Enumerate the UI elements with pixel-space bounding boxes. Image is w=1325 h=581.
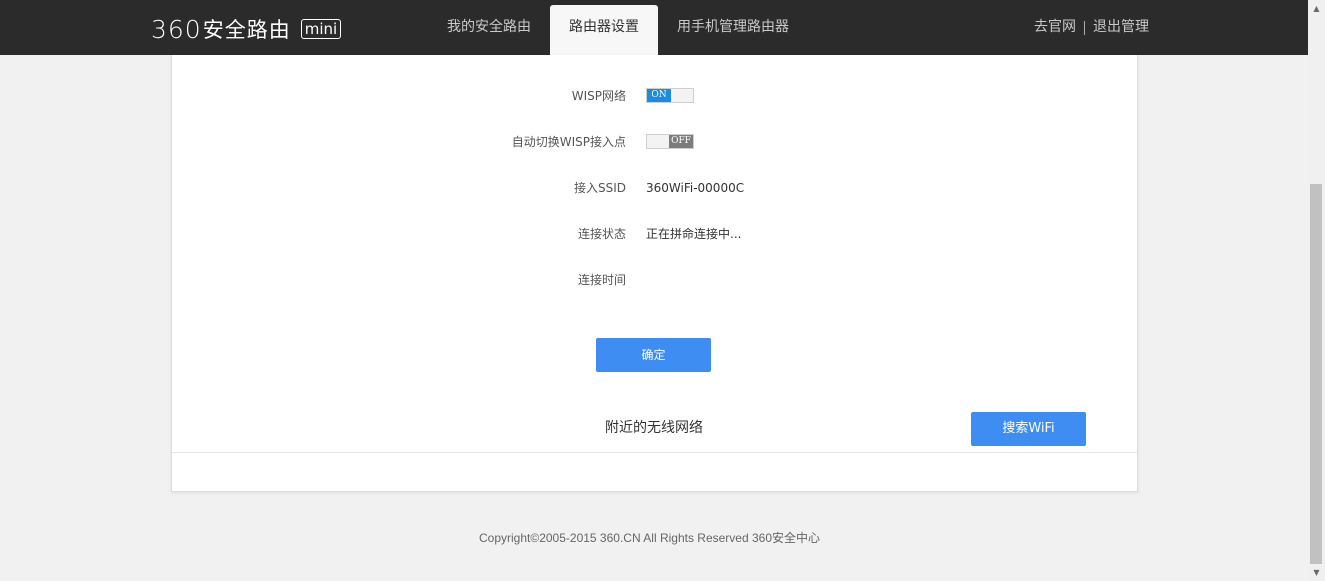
auto-switch-label: 自动切换WISP接入点 [511, 135, 626, 149]
search-wifi-button[interactable]: 搜索WiFi [971, 412, 1086, 446]
ssid-label: 接入SSID [573, 181, 626, 195]
tab-my-router[interactable]: 我的安全路由 [428, 0, 550, 55]
wisp-toggle[interactable]: ON [646, 88, 694, 103]
tab-router-settings[interactable]: 路由器设置 [550, 5, 658, 55]
official-site-link[interactable]: 去官网 [1034, 0, 1076, 56]
top-navigation-bar: 360 安全路由 mini 我的安全路由 路由器设置 用手机管理路由器 去官网 … [0, 0, 1308, 55]
logo[interactable]: 360 安全路由 mini [151, 14, 342, 44]
link-divider [1084, 20, 1085, 35]
auto-switch-toggle[interactable]: OFF [646, 134, 694, 149]
logout-link[interactable]: 退出管理 [1093, 0, 1149, 56]
nearby-networks-title: 附近的无线网络 [605, 420, 703, 436]
ssid-value: 360WiFi-00000C [646, 181, 745, 195]
status-label: 连接状态 [577, 227, 626, 241]
time-label: 连接时间 [577, 273, 626, 287]
auto-switch-row: 自动切换WISP接入点 OFF [172, 132, 1137, 152]
status-row: 连接状态 正在拼命连接中... [172, 224, 1137, 244]
logo-badge: mini [300, 19, 342, 39]
wisp-label: WISP网络 [571, 89, 626, 103]
logo-text: 安全路由 [202, 18, 291, 42]
confirm-button[interactable]: 确定 [596, 338, 711, 372]
tab-mobile-manage[interactable]: 用手机管理路由器 [658, 0, 808, 55]
wisp-row: WISP网络 ON [172, 86, 1137, 106]
scroll-down-arrow-icon[interactable]: ▼ [1308, 564, 1325, 581]
copyright-footer: Copyright©2005-2015 360.CN All Rights Re… [479, 531, 821, 545]
ssid-row: 接入SSID 360WiFi-00000C [172, 178, 1137, 198]
scroll-up-arrow-icon[interactable]: ▲ [1308, 0, 1325, 17]
scrollbar-thumb[interactable] [1310, 184, 1322, 564]
header-links: 去官网 退出管理 [1034, 0, 1149, 55]
main-tabs: 我的安全路由 路由器设置 用手机管理路由器 [428, 0, 808, 55]
wisp-toggle-knob: ON [647, 89, 671, 102]
section-divider [172, 452, 1137, 453]
status-value: 正在拼命连接中... [646, 227, 742, 241]
vertical-scrollbar[interactable]: ▲ ▼ [1308, 0, 1325, 581]
settings-panel: WISP网络 ON 自动切换WISP接入点 OFF 接入SSID 360WiFi… [171, 55, 1138, 492]
time-row: 连接时间 [172, 270, 1137, 290]
logo-number: 360 [151, 14, 202, 44]
auto-switch-toggle-knob: OFF [669, 135, 693, 148]
